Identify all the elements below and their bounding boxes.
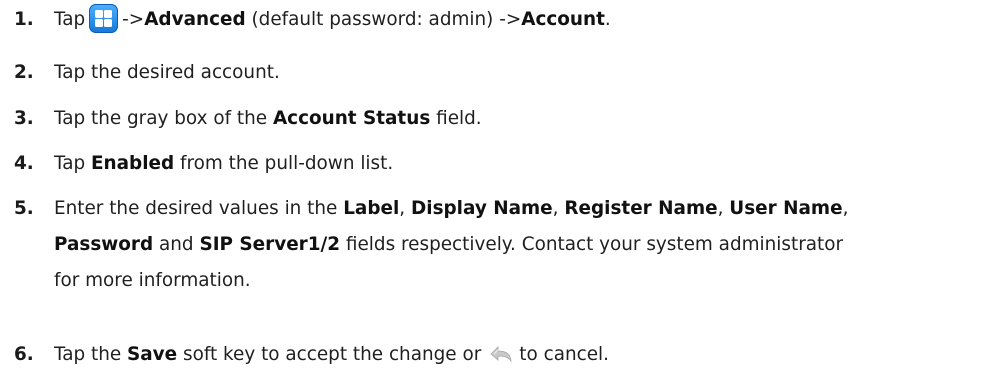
step-number: 4. [14,153,34,174]
step-number: 2. [14,62,34,83]
step-number: 6. [14,344,34,365]
step-bold-display-name: Display Name [411,198,553,219]
step-6: 6. Tap the Save soft key to accept the c… [0,337,1005,373]
step-text-part: Tap the gray box of the [54,108,273,129]
step-text-part: . [604,9,611,30]
step-bold-user-name: User Name [729,198,843,219]
step-bold-account: Account [521,9,605,30]
step-bold-label: Label [343,198,400,219]
step-text: Tap the gray box of the Account Status f… [54,101,1002,137]
step-text-part: and [153,234,200,255]
step-text: Enter the desired values in the Label, D… [54,191,1002,299]
step-4: 4. Tap Enabled from the pull-down list. [0,146,1005,182]
step-2: 2. Tap the desired account. [0,55,1005,91]
step-text-line: for more information. [54,270,251,291]
step-bold-register-name: Register Name [564,198,718,219]
step-text: Tap Enabled from the pull-down list. [54,146,1002,182]
step-text-part: Tap [54,153,91,174]
step-text-part: , [399,198,411,219]
step-text-line: Enter the desired values in the Label, D… [54,191,1002,227]
step-text: Tap ->Advanced (default password: admin) … [54,2,1002,38]
instruction-document: 1. Tap ->Advanced (default password: admi… [0,0,1005,378]
step-bold-password: Password [54,234,154,255]
step-text: Tap the desired account. [54,62,280,83]
step-text-part: Tap [54,9,86,30]
step-text-part: (default password: admin) -> [245,9,522,30]
step-text-part: to cancel. [519,344,610,365]
step-bold-enabled: Enabled [90,153,175,174]
step-text: Tap the Save soft key to accept the chan… [54,337,1002,373]
step-bold-sip-server: SIP Server1/2 [199,234,341,255]
step-text-part: fields respectively. Contact your system… [340,234,844,255]
back-arrow-icon [490,345,512,362]
menu-grid-icon [89,3,119,33]
step-text-part: , [717,198,730,219]
step-text-part: , [552,198,565,219]
step-number: 3. [14,108,34,129]
step-text-part: field. [430,108,482,129]
step-text-line: Password and SIP Server1/2 fields respec… [54,227,1002,263]
step-3: 3. Tap the gray box of the Account Statu… [0,101,1005,137]
step-1: 1. Tap ->Advanced (default password: admi… [0,2,1005,38]
step-bold-advanced: Advanced [144,9,246,30]
step-bold-save: Save [127,344,178,365]
step-text-part: Enter the desired values in the [54,198,344,219]
step-number: 1. [14,9,34,30]
step-text-part: -> [122,9,145,30]
step-text-part: soft key to accept the change or [177,344,482,365]
step-text-part: from the pull-down list. [174,153,394,174]
step-bold-account-status: Account Status [272,108,431,129]
step-text-part: Tap the [54,344,128,365]
step-text-part: , [842,198,849,219]
step-number: 5. [14,198,34,219]
